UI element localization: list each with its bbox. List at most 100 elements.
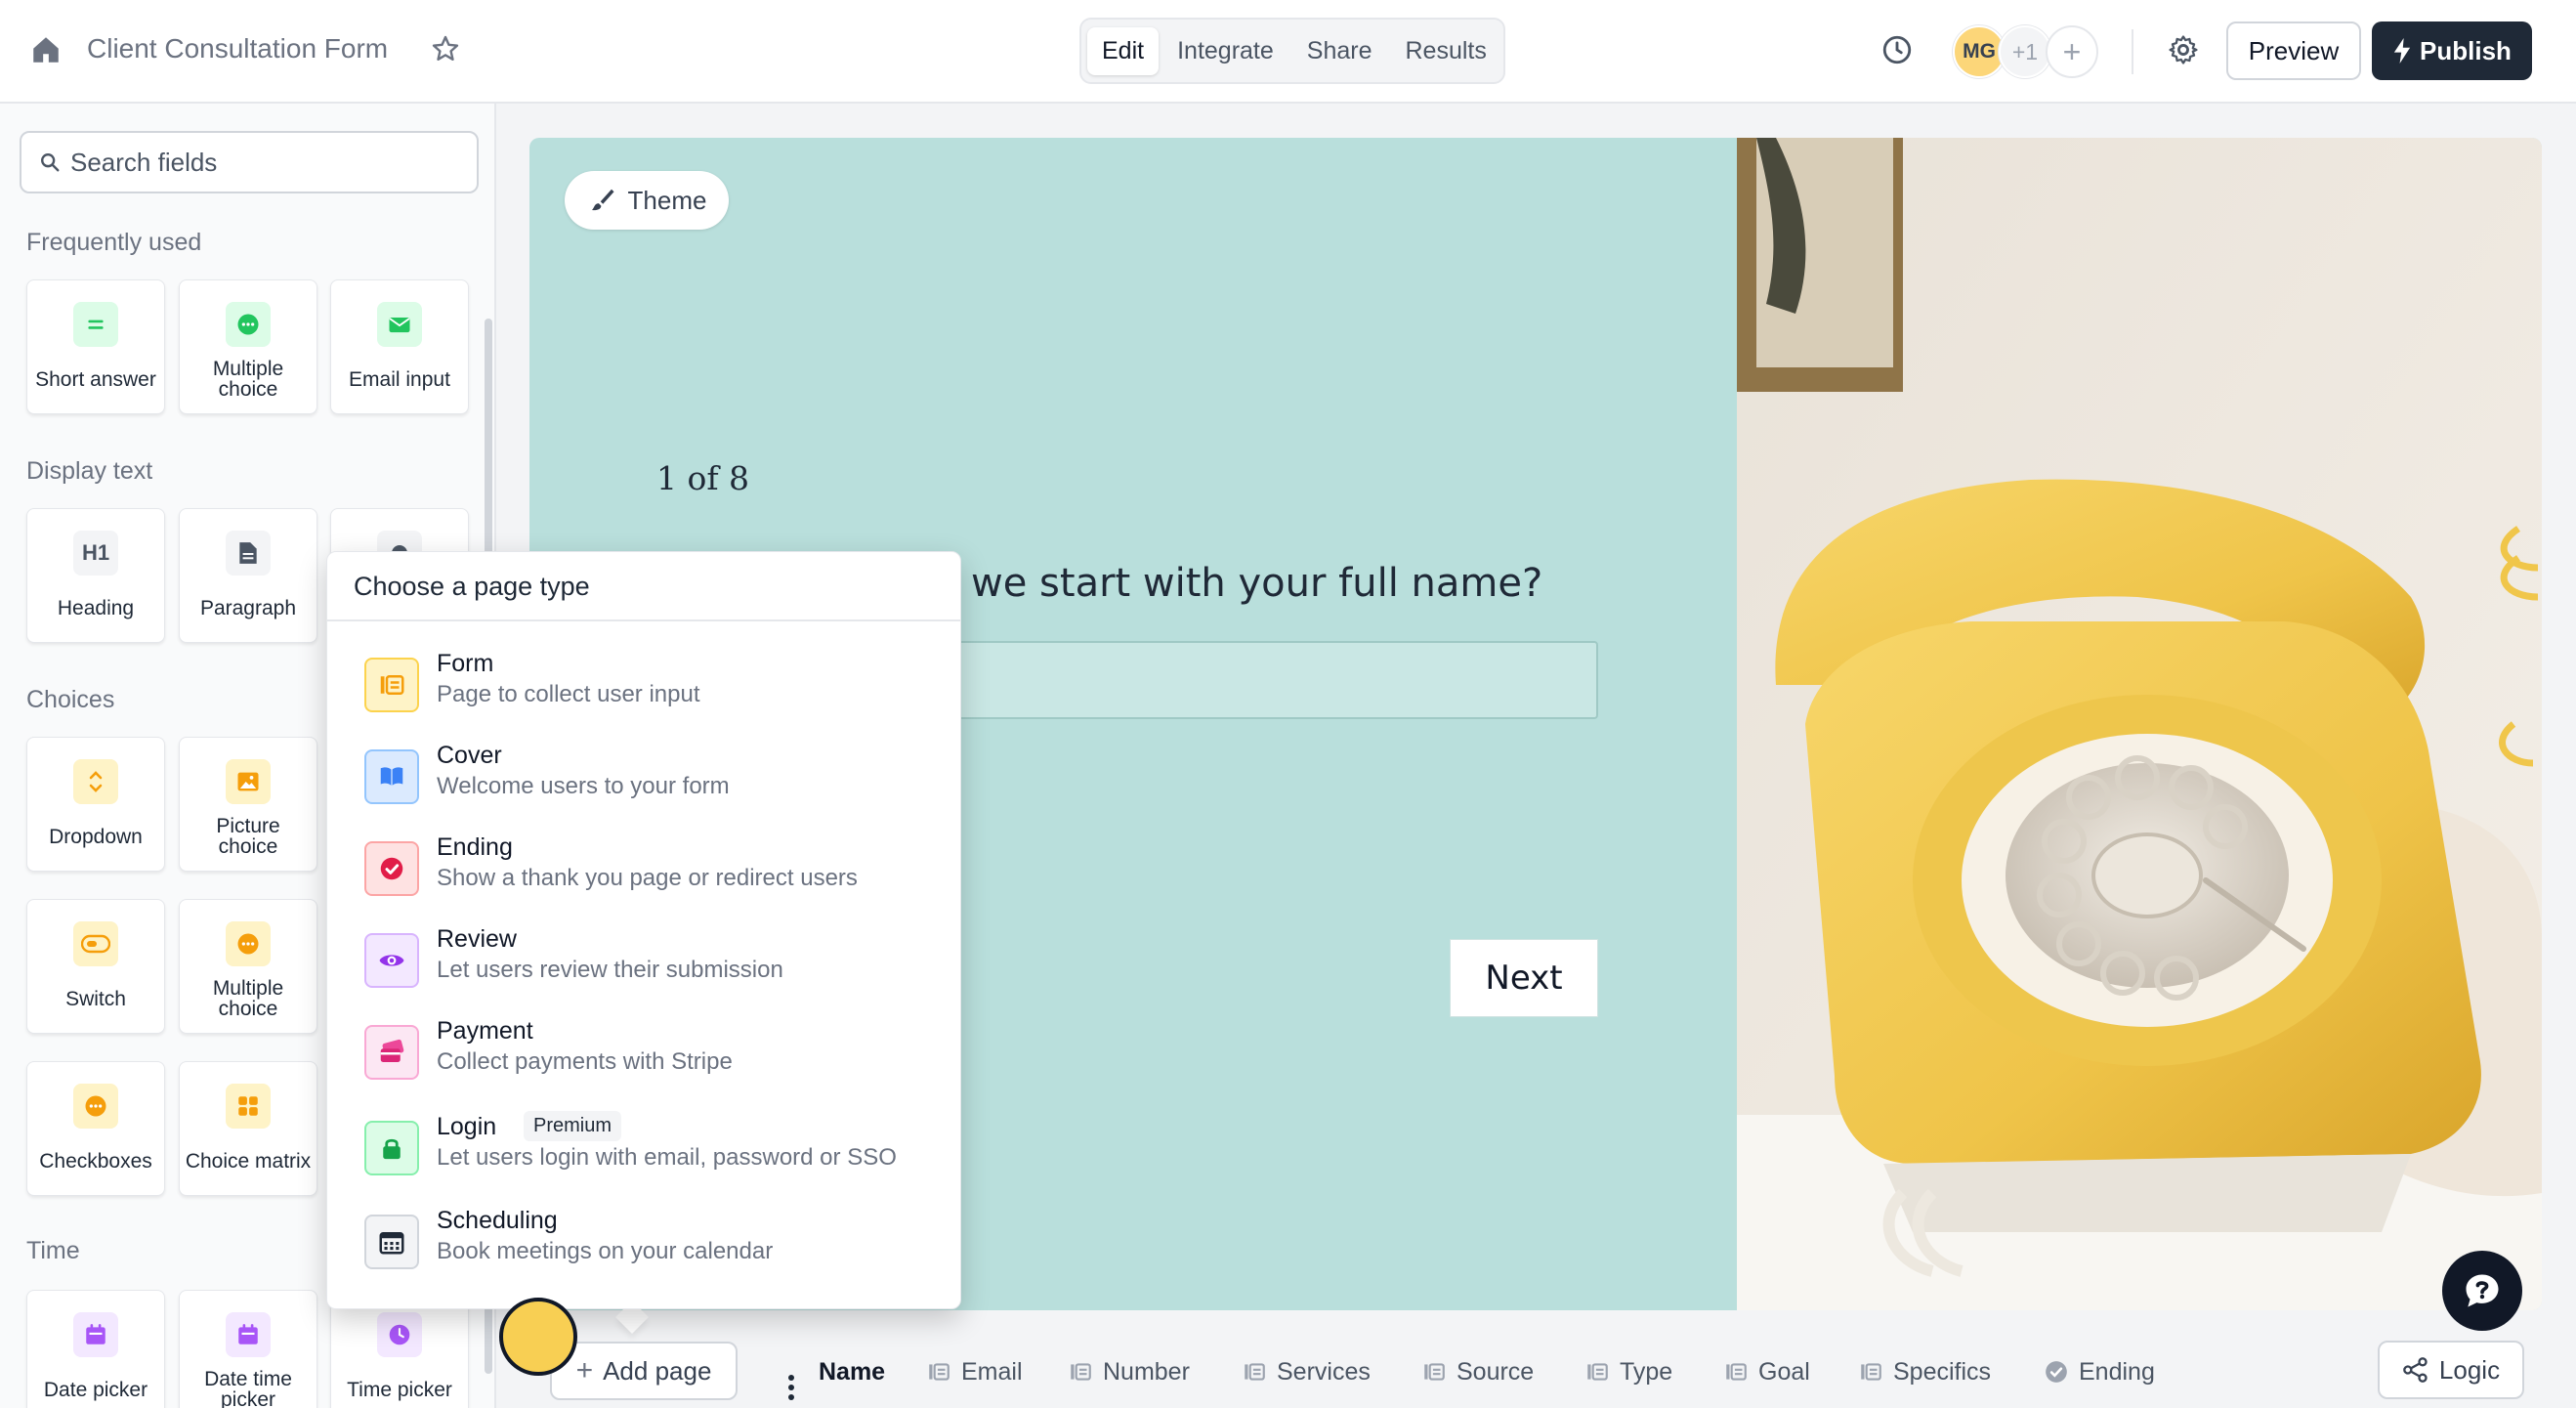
document-icon — [226, 531, 271, 576]
page-type-login[interactable]: Login Premium Let users login with email… — [364, 1111, 941, 1191]
page-type-ending[interactable]: Ending Show a thank you page or redirect… — [364, 833, 941, 912]
field-label: Time picker — [347, 1378, 452, 1401]
question-title[interactable]: we start with your full name? — [971, 561, 1542, 606]
section-display-text: Display text — [26, 457, 153, 485]
page-tab-number[interactable]: Number — [1068, 1354, 1190, 1389]
tab-integrate[interactable]: Integrate — [1162, 27, 1288, 75]
page-type-name: Login — [437, 1113, 497, 1140]
divider — [327, 619, 960, 621]
telephone-photo — [1737, 138, 2542, 1310]
add-page-button[interactable]: + Add page — [550, 1342, 738, 1400]
page-tab-label: Number — [1103, 1357, 1190, 1386]
page-tab-specifics[interactable]: Specifics — [1858, 1354, 1991, 1389]
form-page-icon — [1861, 1363, 1881, 1381]
home-icon[interactable] — [29, 33, 63, 66]
star-icon[interactable] — [430, 33, 461, 64]
field-checkboxes[interactable]: Checkboxes — [26, 1061, 165, 1196]
tab-results[interactable]: Results — [1391, 27, 1501, 75]
field-label: Multiple choice — [212, 358, 284, 401]
page-type-desc: Show a thank you page or redirect users — [437, 865, 858, 891]
page-tab-name[interactable]: Name — [819, 1354, 885, 1389]
step-counter: 1 of 8 — [656, 459, 750, 497]
page-type-desc: Book meetings on your calendar — [437, 1238, 774, 1264]
page-tab-label: Goal — [1758, 1357, 1810, 1386]
calendar-icon — [364, 1215, 419, 1269]
calendar-icon — [73, 1312, 118, 1357]
page-tab-type[interactable]: Type — [1584, 1354, 1672, 1389]
checkbox-icon — [73, 1084, 118, 1129]
field-picture-choice[interactable]: Picture choice — [179, 737, 317, 872]
field-dropdown[interactable]: Dropdown — [26, 737, 165, 872]
page-type-desc: Collect payments with Stripe — [437, 1048, 733, 1075]
field-paragraph[interactable]: Paragraph — [179, 508, 317, 643]
page-tab-email[interactable]: Email — [926, 1354, 1023, 1389]
preview-button[interactable]: Preview — [2226, 21, 2361, 80]
theme-button[interactable]: Theme — [565, 171, 729, 230]
avatar[interactable]: MG — [1953, 25, 2006, 78]
field-heading[interactable]: H1 Heading — [26, 508, 165, 643]
cursor-indicator — [499, 1298, 577, 1376]
next-button[interactable]: Next — [1450, 939, 1598, 1017]
page-type-popover: Choose a page type Form Page to collect … — [326, 551, 961, 1309]
page-tab-source[interactable]: Source — [1421, 1354, 1534, 1389]
divider — [2132, 29, 2133, 74]
search-input[interactable] — [70, 147, 461, 178]
image-icon — [226, 759, 271, 804]
field-date-time-picker[interactable]: Date time picker — [179, 1290, 317, 1408]
form-title[interactable]: Client Consultation Form — [87, 33, 388, 64]
field-multiple-choice[interactable]: Multiple choice — [179, 279, 317, 414]
page-type-desc: Let users review their submission — [437, 957, 783, 983]
section-frequently-used: Frequently used — [26, 229, 202, 256]
page-type-form[interactable]: Form Page to collect user input — [364, 650, 941, 728]
section-time: Time — [26, 1237, 80, 1264]
publish-button[interactable]: Publish — [2372, 21, 2532, 80]
lightning-icon — [2393, 38, 2411, 64]
field-label: Choice matrix — [185, 1149, 312, 1173]
kebab-menu-icon[interactable] — [781, 1371, 801, 1408]
tab-edit[interactable]: Edit — [1087, 26, 1160, 75]
page-type-name: Payment — [437, 1017, 533, 1045]
form-page-icon — [1587, 1363, 1608, 1381]
book-icon — [364, 749, 419, 804]
check-badge-icon — [364, 841, 419, 896]
field-label: Checkboxes — [39, 1149, 152, 1173]
add-collaborator-button[interactable]: + — [2046, 25, 2098, 78]
field-email-input[interactable]: Email input — [330, 279, 469, 414]
field-label: Picture choice — [216, 815, 280, 858]
history-icon[interactable] — [1880, 33, 1914, 66]
search-box[interactable] — [20, 131, 479, 193]
field-date-picker[interactable]: Date picker — [26, 1290, 165, 1408]
tab-share[interactable]: Share — [1292, 27, 1387, 75]
page-tab-goal[interactable]: Goal — [1723, 1354, 1810, 1389]
gear-icon[interactable] — [2167, 33, 2200, 66]
page-tab-label: Email — [961, 1357, 1023, 1386]
field-short-answer[interactable]: Short answer — [26, 279, 165, 414]
form-icon — [364, 658, 419, 712]
toggle-icon — [73, 921, 118, 966]
help-chat-button[interactable] — [2442, 1251, 2522, 1331]
field-switch[interactable]: Switch — [26, 899, 165, 1034]
logic-button[interactable]: Logic — [2378, 1341, 2524, 1399]
section-choices: Choices — [26, 686, 115, 713]
check-circle-icon — [2046, 1361, 2067, 1383]
page-type-name: Review — [437, 925, 517, 953]
page-type-payment[interactable]: Payment Collect payments with Stripe — [364, 1017, 941, 1095]
page-tab-label: Services — [1277, 1357, 1371, 1386]
page-tab-label: Type — [1620, 1357, 1673, 1386]
field-label: Paragraph — [199, 596, 297, 619]
page-tab-ending[interactable]: Ending — [2044, 1354, 2155, 1389]
field-choice-matrix[interactable]: Choice matrix — [179, 1061, 317, 1196]
page-type-scheduling[interactable]: Scheduling Book meetings on your calenda… — [364, 1207, 941, 1285]
theme-label: Theme — [627, 185, 707, 215]
form-page-icon — [929, 1363, 950, 1381]
short-answer-icon — [73, 302, 118, 347]
avatar-more-count[interactable]: +1 — [1999, 25, 2051, 78]
lock-icon — [364, 1121, 419, 1175]
plus-icon: + — [575, 1354, 594, 1387]
field-label: Date picker — [43, 1378, 148, 1401]
page-tab-label: Ending — [2079, 1357, 2155, 1386]
field-multiple-choice-2[interactable]: Multiple choice — [179, 899, 317, 1034]
page-tab-services[interactable]: Services — [1242, 1354, 1371, 1389]
page-type-cover[interactable]: Cover Welcome users to your form — [364, 742, 941, 820]
page-type-review[interactable]: Review Let users review their submission — [364, 925, 941, 1003]
